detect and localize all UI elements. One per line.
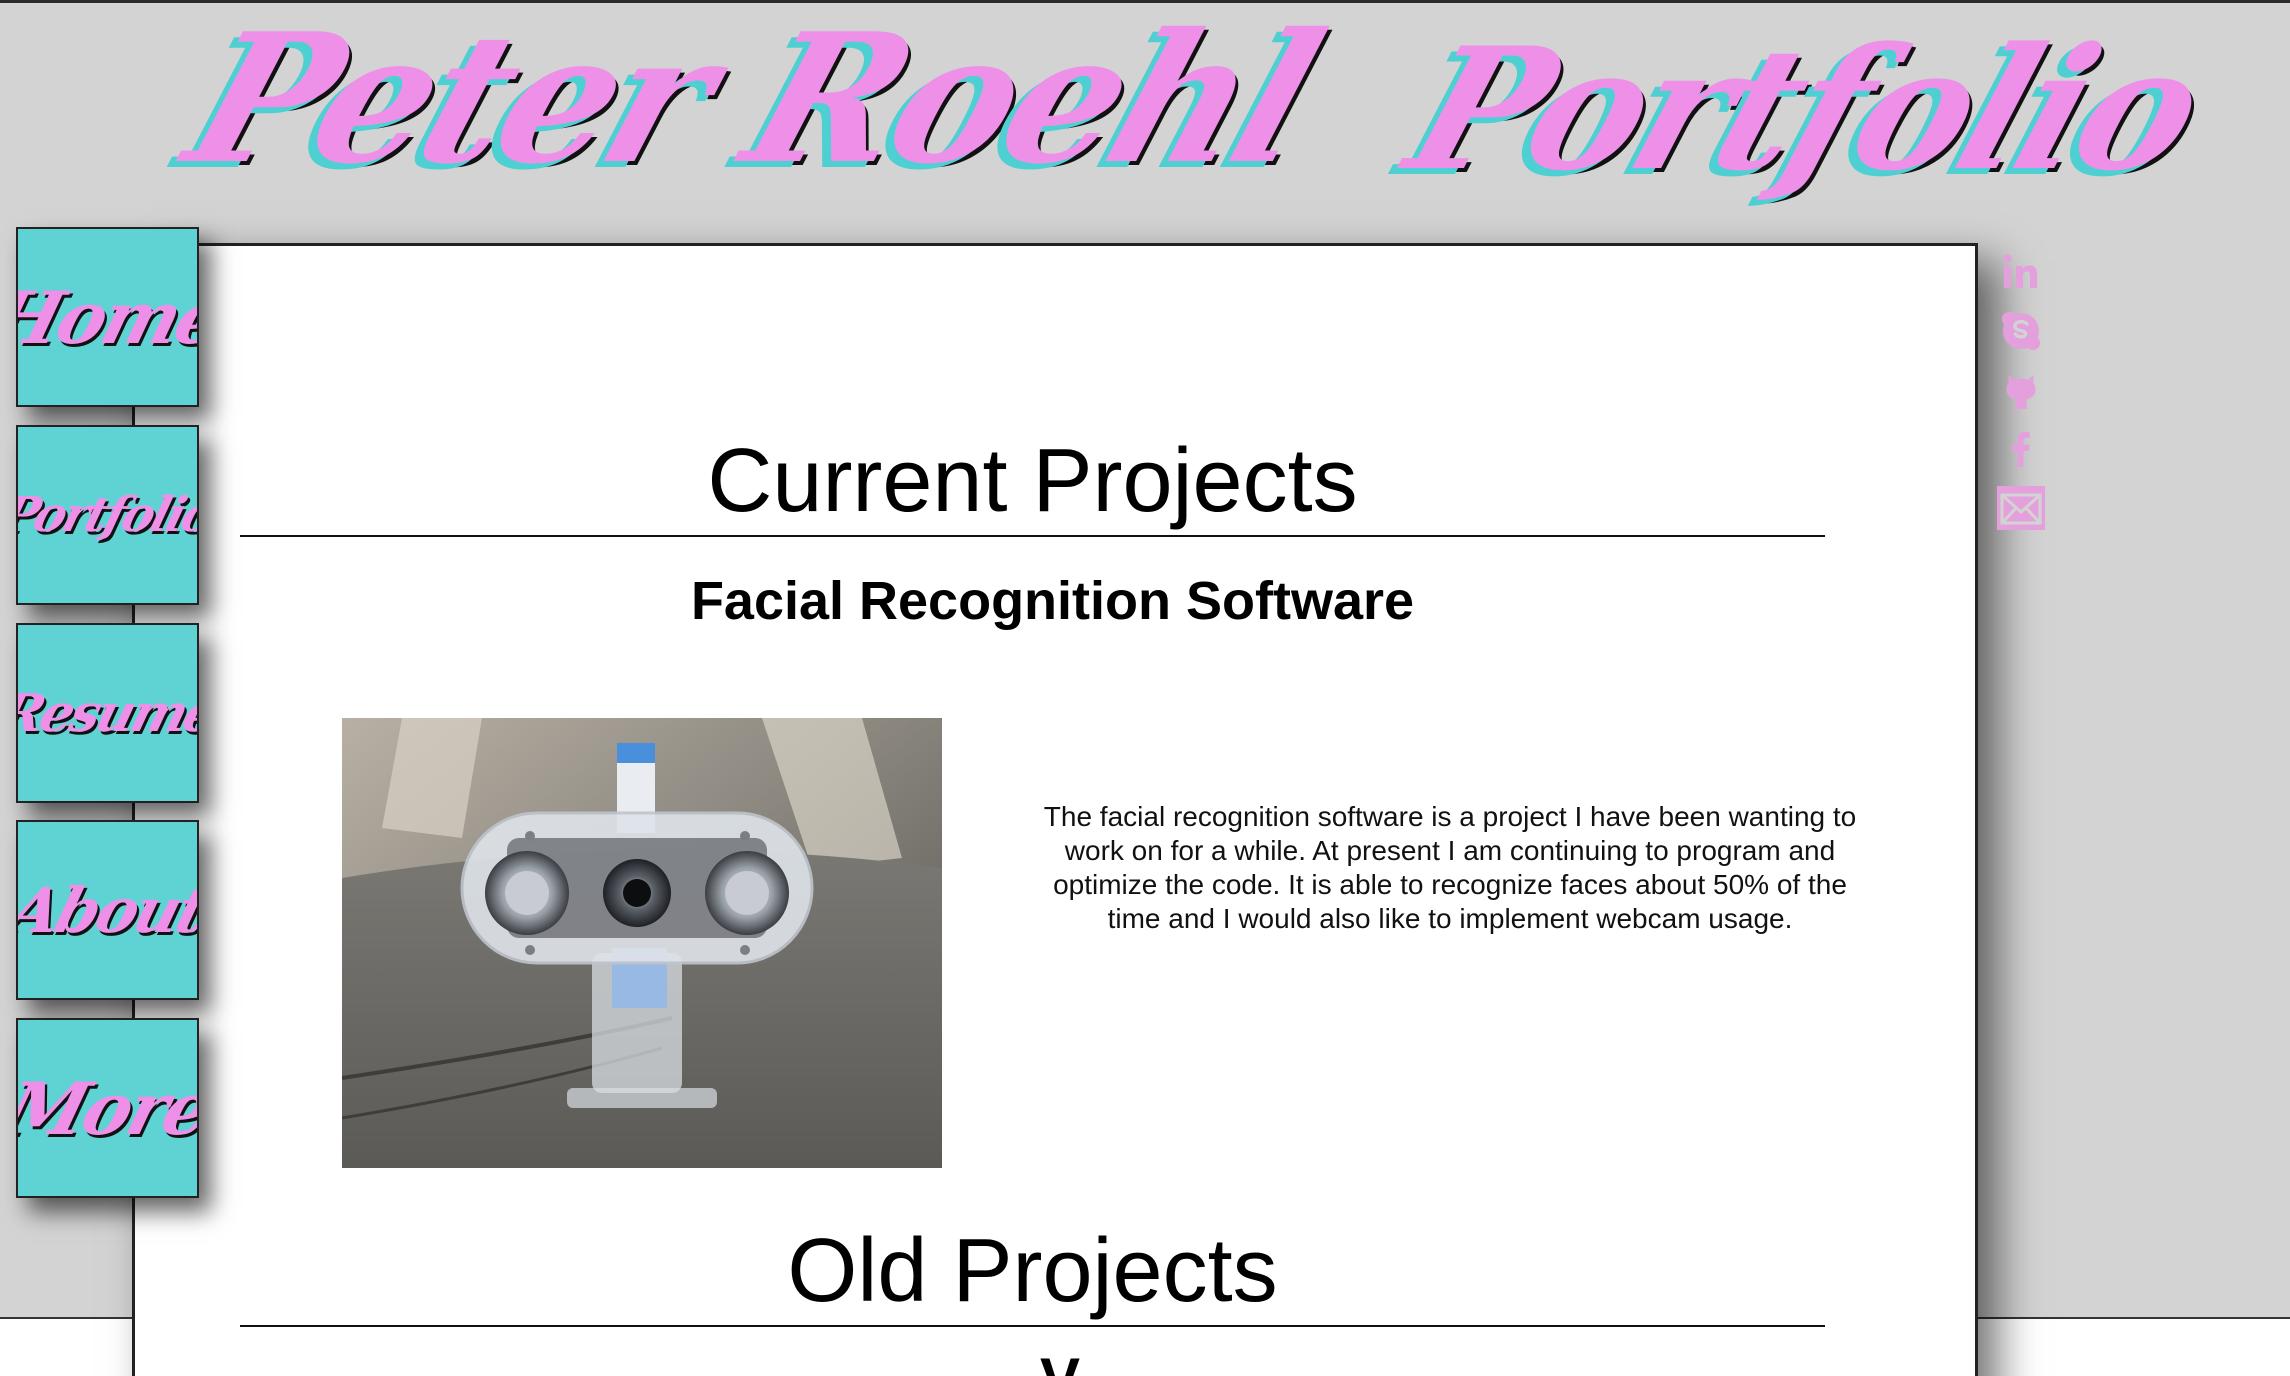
- old-project-title-partial: V: [1040, 1350, 1080, 1376]
- nav-portfolio-button[interactable]: Portfolio: [16, 425, 199, 605]
- project-title: Facial Recognition Software: [690, 571, 1415, 631]
- nav-about-button[interactable]: About: [16, 820, 199, 1000]
- site-title[interactable]: Peter Roehl: [166, 0, 1338, 203]
- page: Peter Roehl Portfolio Current Projects F…: [0, 0, 2290, 1376]
- old-projects-heading: Old Projects: [787, 1221, 1278, 1321]
- nav-about-label: About: [16, 873, 199, 947]
- nav-resume-button[interactable]: Resume: [16, 623, 199, 803]
- nav-resume-label: Resume: [16, 682, 199, 744]
- github-icon[interactable]: [1995, 363, 2047, 415]
- current-projects-heading: Current Projects: [707, 431, 1358, 531]
- project-description: The facial recognition software is a pro…: [1043, 801, 1857, 934]
- email-icon[interactable]: [1995, 482, 2047, 534]
- nav-portfolio-label: Portfolio: [16, 487, 199, 543]
- page-title: Portfolio: [1387, 10, 2223, 208]
- project-image: [342, 718, 942, 1168]
- heading-rule: [240, 535, 1825, 537]
- nav-more-label: More: [16, 1065, 199, 1151]
- heading-rule: [240, 1325, 1825, 1327]
- nav-more-button[interactable]: More: [16, 1018, 199, 1198]
- skype-icon[interactable]: [1995, 305, 2047, 357]
- linkedin-icon[interactable]: [1995, 246, 2047, 298]
- nav-home-label: Home: [16, 274, 199, 360]
- camera-photo: [342, 718, 942, 1168]
- facebook-icon[interactable]: [1995, 423, 2047, 475]
- nav-home-button[interactable]: Home: [16, 227, 199, 407]
